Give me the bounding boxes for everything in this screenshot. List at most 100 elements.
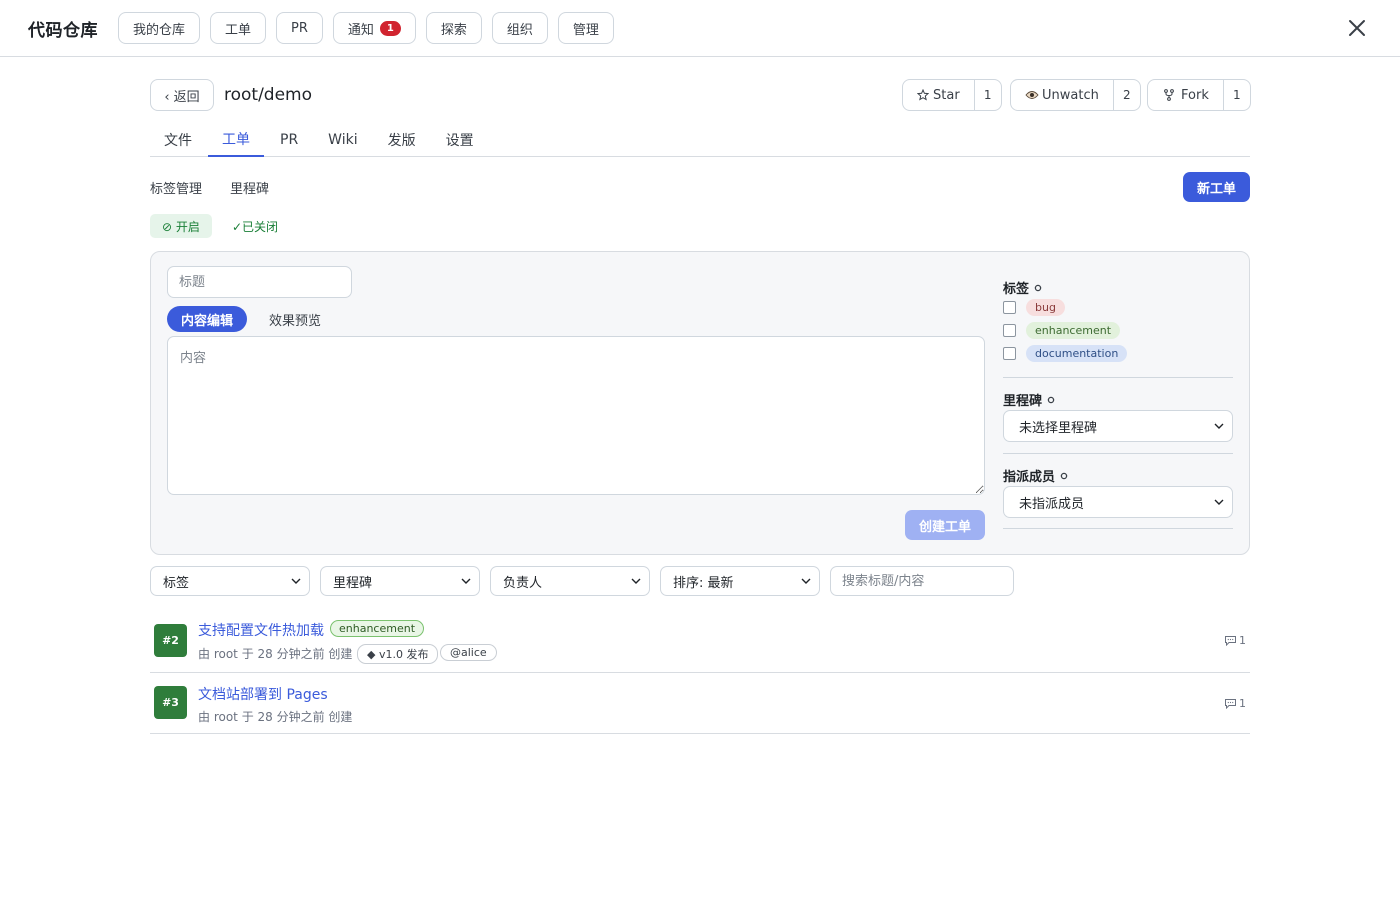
label-checkbox[interactable]: [1003, 347, 1016, 360]
close-icon[interactable]: [1346, 17, 1368, 39]
fork-label: Fork: [1181, 87, 1209, 103]
nav-label: 管理: [572, 22, 599, 38]
open-state-filter[interactable]: ⊘ 开启: [150, 214, 212, 238]
label-management-link[interactable]: 标签管理: [150, 178, 202, 197]
labels-list: bug enhancement documentation: [1003, 296, 1128, 365]
label-chip: enhancement: [1026, 322, 1121, 339]
back-button[interactable]: ‹ 返回: [150, 79, 214, 111]
chevron-down-icon: [1214, 423, 1224, 429]
label-option-bug[interactable]: bug: [1003, 296, 1127, 319]
nav-my-repos-button[interactable]: 我的仓库: [118, 12, 201, 44]
divider: [1003, 453, 1233, 454]
issue-title-link[interactable]: 文档站部署到 Pages: [198, 684, 328, 704]
gear-icon: [1034, 284, 1042, 291]
star-icon: [917, 89, 929, 101]
divider: [1003, 528, 1233, 529]
milestones-link[interactable]: 里程碑: [230, 178, 269, 197]
tab-releases[interactable]: 发版: [374, 122, 430, 157]
create-issue-button[interactable]: 创建工单: [905, 510, 985, 540]
content-edit-tab[interactable]: 内容编辑: [167, 306, 248, 332]
issue-milestone-chip[interactable]: ◆ v1.0 发布: [357, 644, 439, 664]
assignee-select-value: 未指派成员: [1019, 496, 1085, 512]
gear-icon: [1047, 396, 1055, 403]
assignee-heading[interactable]: 指派成员: [1003, 466, 1068, 485]
nav-label: 通知: [347, 22, 374, 38]
issue-title-input[interactable]: [167, 266, 352, 298]
chevron-down-icon: [1214, 499, 1224, 505]
fork-count[interactable]: 1: [1224, 80, 1250, 110]
nav-label: 我的仓库: [133, 22, 186, 38]
assignee-select[interactable]: 未指派成员: [1003, 486, 1233, 518]
assignee-filter-select[interactable]: 负责人: [490, 566, 650, 596]
star-button-group: Star 1: [902, 79, 1002, 111]
nav-explore-button[interactable]: 探索: [425, 12, 482, 44]
divider: [1003, 377, 1233, 378]
issue-row[interactable]: #2 支持配置文件热加载 enhancement 由 root 于 28 分钟之…: [150, 612, 1250, 673]
comment-count[interactable]: 1: [1224, 634, 1246, 647]
star-label: Star: [933, 87, 960, 103]
watch-button-group: Unwatch 2: [1010, 79, 1141, 111]
repo-tabs: 文件 工单 PR Wiki 发版 设置: [150, 122, 1250, 157]
nav-label: PR: [291, 20, 308, 36]
filter-value: 里程碑: [333, 575, 373, 591]
nav-pr-button[interactable]: PR: [276, 12, 323, 44]
issue-label-chip[interactable]: enhancement: [330, 620, 425, 637]
nav-notifications-button[interactable]: 通知 1: [332, 12, 416, 44]
label-option-enhancement[interactable]: enhancement: [1003, 319, 1127, 342]
milestone-select-value: 未选择里程碑: [1019, 420, 1098, 436]
issue-number-badge: #2: [154, 624, 187, 657]
tab-issues[interactable]: 工单: [208, 122, 264, 157]
notification-count-badge: 1: [379, 20, 401, 36]
eye-icon: [1025, 91, 1039, 99]
label-checkbox[interactable]: [1003, 324, 1016, 337]
issue-assignee-chip[interactable]: @alice: [440, 644, 497, 661]
star-button[interactable]: Star: [903, 80, 975, 110]
closed-state-filter[interactable]: ✓已关闭: [232, 214, 278, 238]
filter-value: 标签: [163, 575, 190, 591]
repo-name: root/demo: [224, 85, 313, 105]
sort-select[interactable]: 排序: 最新: [660, 566, 820, 596]
preview-tab[interactable]: 效果预览: [269, 306, 321, 332]
watch-count[interactable]: 2: [1114, 80, 1140, 110]
fork-button[interactable]: Fork: [1148, 80, 1224, 110]
new-issue-button[interactable]: 新工单: [1183, 172, 1250, 202]
comment-count[interactable]: 1: [1224, 697, 1246, 710]
milestone-heading-text: 里程碑: [1003, 394, 1043, 409]
labels-heading-text: 标签: [1003, 282, 1030, 297]
tab-wiki[interactable]: Wiki: [314, 122, 371, 157]
chevron-down-icon: [291, 578, 301, 584]
tab-pr[interactable]: PR: [266, 122, 312, 157]
chevron-down-icon: [461, 578, 471, 584]
issue-content-textarea[interactable]: [167, 336, 985, 495]
label-option-documentation[interactable]: documentation: [1003, 342, 1128, 365]
star-count[interactable]: 1: [975, 80, 1001, 110]
labels-heading[interactable]: 标签: [1003, 278, 1042, 297]
label-chip: documentation: [1026, 345, 1128, 362]
issue-sublinks: 标签管理 里程碑: [150, 178, 269, 197]
nav-orgs-button[interactable]: 组织: [491, 12, 548, 44]
issue-row[interactable]: #3 文档站部署到 Pages 由 root 于 28 分钟之前 创建 1: [150, 673, 1250, 734]
nav-issues-button[interactable]: 工单: [210, 12, 267, 44]
nav-admin-button[interactable]: 管理: [557, 12, 614, 44]
tab-files[interactable]: 文件: [150, 122, 206, 157]
tab-settings[interactable]: 设置: [432, 122, 488, 157]
milestone-filter-select[interactable]: 里程碑: [320, 566, 480, 596]
comment-icon: [1225, 636, 1236, 646]
issue-number-badge: #3: [154, 686, 187, 719]
issue-search-input[interactable]: [830, 566, 1014, 596]
milestone-select[interactable]: 未选择里程碑: [1003, 410, 1233, 442]
milestone-heading[interactable]: 里程碑: [1003, 390, 1055, 409]
brand-title[interactable]: 代码仓库: [28, 16, 98, 41]
nav-label: 探索: [440, 22, 467, 38]
filter-value: 负责人: [503, 575, 543, 591]
unwatch-label: Unwatch: [1042, 87, 1099, 103]
comment-count-value: 1: [1239, 634, 1246, 647]
issue-meta: 由 root 于 28 分钟之前 创建: [198, 710, 353, 724]
unwatch-button[interactable]: Unwatch: [1011, 80, 1114, 110]
label-checkbox[interactable]: [1003, 301, 1016, 314]
issue-title-link[interactable]: 支持配置文件热加载: [198, 620, 324, 640]
fork-icon: [1164, 89, 1174, 101]
fork-button-group: Fork 1: [1147, 79, 1251, 111]
label-filter-select[interactable]: 标签: [150, 566, 310, 596]
nav-label: 工单: [225, 22, 252, 38]
